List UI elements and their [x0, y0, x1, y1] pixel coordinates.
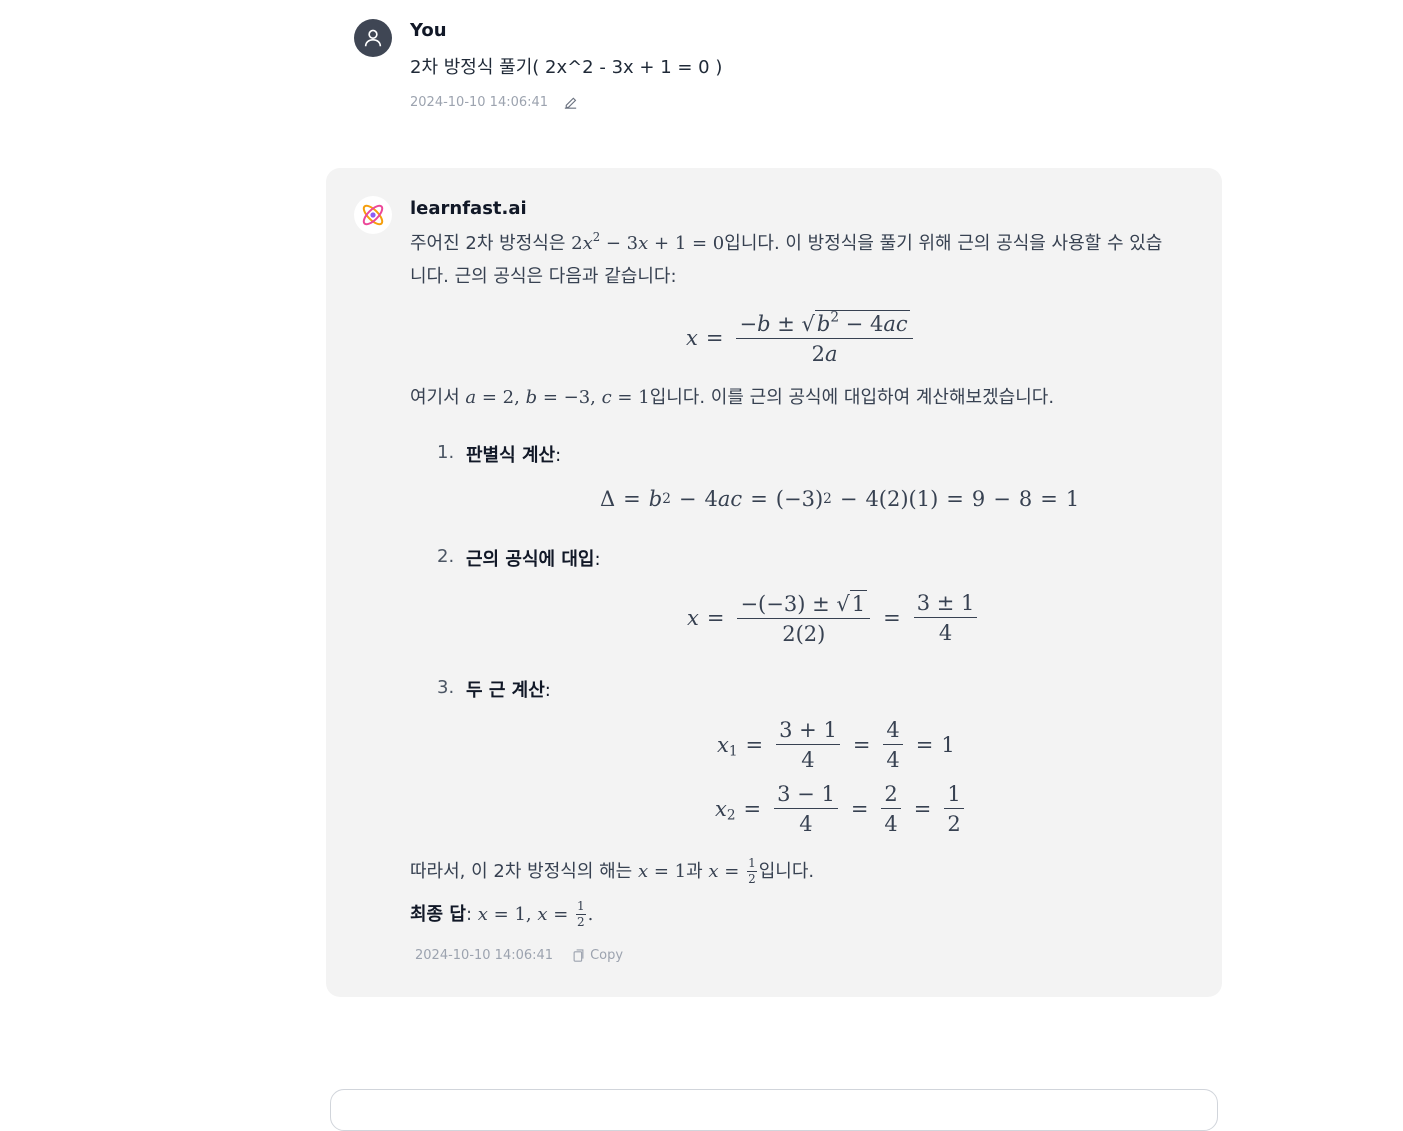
coefficients-paragraph: 여기서 a = 2, b = −3, c = 1입니다. 이를 근의 공식에 대… — [410, 387, 1055, 408]
step-3-number: 3. — [437, 677, 455, 698]
copy-button[interactable]: Copy — [571, 948, 623, 963]
assistant-name: learnfast.ai — [410, 198, 527, 219]
root-1-equation: x1 = 3 + 14 = 44 = 1 — [717, 718, 955, 773]
chat-input-box[interactable] — [330, 1089, 1218, 1131]
user-avatar — [354, 19, 392, 57]
atom-logo-icon — [362, 204, 384, 226]
step-1-number: 1. — [437, 442, 455, 463]
root-2-equation: x2 = 3 − 14 = 24 = 12 — [715, 782, 969, 836]
step-1-title: 판별식 계산: — [466, 445, 562, 466]
step-3-title: 두 근 계산: — [466, 680, 551, 701]
user-message-meta: 2024-10-10 14:06:41 — [410, 94, 579, 111]
user-message: 2차 방정식 풀기( 2x^2 - 3x + 1 = 0 ) — [410, 57, 723, 78]
user-icon — [364, 29, 382, 47]
discriminant-equation: Δ = b 2−4 ac = (−3) 2−4(2)(1) = 9−8 = 1 — [600, 487, 1080, 511]
step-2-title: 근의 공식에 대입: — [466, 549, 601, 570]
step-2-number: 2. — [437, 546, 455, 567]
assistant-avatar — [354, 196, 392, 234]
substitution-equation: x = −(−3) ± √ 1 2(2) = 3 ± 1 4 — [687, 590, 982, 646]
intro-paragraph: 주어진 2차 방정식은 2x2 − 3x + 1 = 0입니다. 이 방정식을 … — [410, 229, 1163, 287]
user-name: You — [410, 20, 447, 41]
copy-label: Copy — [590, 948, 624, 963]
conclusion-paragraph: 따라서, 이 2차 방정식의 해는 x = 1과 x = 1 2 입니다. — [410, 856, 815, 886]
equation-inline: 2x2 − 3x + 1 = 0 — [571, 229, 725, 254]
assistant-message-meta: 2024-10-10 14:06:41 Copy — [415, 948, 623, 963]
assistant-timestamp: 2024-10-10 14:06:41 — [415, 948, 554, 963]
user-timestamp: 2024-10-10 14:06:41 — [410, 95, 549, 110]
quadratic-formula: x = −b ± √ b2 − 4ac 2a — [686, 310, 918, 366]
edit-message-button[interactable] — [562, 94, 579, 111]
clipboard-icon — [573, 949, 584, 962]
pencil-icon — [564, 97, 577, 109]
final-answer: 최종 답: x = 1, x = 12. — [410, 899, 594, 929]
